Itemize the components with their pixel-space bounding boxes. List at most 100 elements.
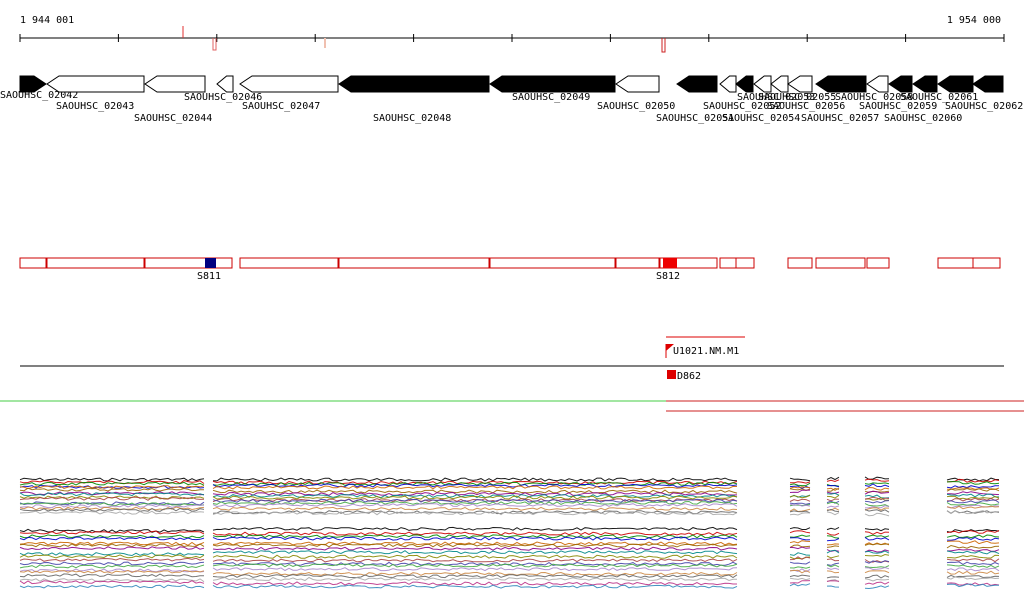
gene-arrow[interactable] [46,75,145,93]
segment-box [735,257,755,269]
tiling-trace [864,585,890,590]
segment-highlight-s811[interactable] [205,258,216,268]
tiling-panel-bottom [19,526,1000,590]
gene-arrow[interactable] [888,75,913,93]
tiling-trace [826,511,840,516]
tiling-trace [19,496,205,501]
gene-arrow[interactable] [753,75,772,93]
segment-track [19,257,1001,269]
tiling-trace [212,477,738,482]
tiling-trace [826,491,840,494]
tiling-trace [946,583,1000,588]
gene-arrow[interactable] [787,75,813,93]
tiling-trace [789,534,811,538]
gene-arrow[interactable] [815,75,867,93]
tiling-trace [789,527,811,530]
tiling-trace [212,584,738,589]
feature-track: U1021.NM.M1 D862 [20,336,1004,382]
start-coordinate-label: 1 944 001 [20,15,74,26]
tiling-trace [789,552,811,556]
tiling-panel-top [19,476,1000,517]
tiling-trace [789,540,811,544]
tiling-trace [826,576,840,579]
gene-label: SAOUHSC_02054 [722,113,800,124]
tiling-trace [864,486,890,491]
gene-arrow[interactable] [770,75,789,93]
tiling-trace [864,512,890,517]
segment-highlight-s812[interactable] [663,258,677,268]
tiling-trace [789,489,811,493]
tiling-trace [826,476,840,481]
tiling-trace [947,548,1000,552]
tiling-trace [790,481,811,484]
tiling-trace [826,532,840,536]
tiling-trace [212,576,737,582]
promoter-label: D862 [677,371,701,382]
gene-arrow[interactable] [912,75,938,93]
gene-arrow[interactable] [489,75,616,93]
tiling-trace [212,495,738,500]
tiling-trace [789,577,811,581]
tiling-trace [826,570,840,574]
tiling-trace [864,494,890,499]
tiling-trace [212,550,738,555]
gene-arrow[interactable] [239,75,339,93]
gene-arrow[interactable] [937,75,974,93]
tiling-trace [826,526,840,531]
segment-box [489,257,616,269]
segment-box [615,257,660,269]
tiling-trace [864,528,890,532]
tiling-trace [212,554,738,559]
gene-arrow[interactable] [615,75,660,93]
tiling-trace [19,534,205,539]
tiling-trace [826,492,840,496]
gene-label: SAOUHSC_02049 [512,92,590,103]
tiling-trace [864,500,890,504]
gene-arrow[interactable] [972,75,1004,93]
gene-arrow[interactable] [216,75,234,93]
tiling-trace [212,574,738,579]
tiling-trace [19,557,205,562]
gene-arrow[interactable] [338,75,490,93]
gene-arrow[interactable] [719,75,737,93]
tiling-trace [212,567,738,572]
end-coordinate-label: 1 954 000 [947,15,1001,26]
segment-box [144,257,233,269]
segment-box [937,257,974,269]
gene-arrow[interactable] [735,75,754,93]
tiling-trace [789,482,811,487]
segment-box [19,257,47,269]
gene-arrow[interactable] [676,75,718,93]
tiling-trace [946,485,1000,489]
gene-arrow[interactable] [144,75,206,93]
gene-arrow[interactable] [866,75,889,93]
tiling-trace [946,564,1000,569]
coordinate-ruler: 1 944 001 1 954 000 [19,15,1005,53]
tiling-trace [864,553,890,557]
tiling-trace [826,585,840,588]
segment-box [866,257,890,269]
tiling-trace [864,578,890,582]
tiling-trace [946,534,1000,539]
tiling-trace [826,564,840,568]
gene-label: SAOUHSC_02044 [134,113,212,124]
tiling-trace [946,570,1000,575]
tiling-trace [212,506,738,511]
segment-box [338,257,490,269]
tiling-trace [212,531,738,536]
ruler-dip-marker [212,38,217,51]
expression-track [0,400,1024,412]
transcript-label: U1021.NM.M1 [673,346,739,357]
tiling-trace [789,512,811,516]
ruler-dip-marker-2 [661,38,666,53]
tiling-trace [212,558,738,563]
tiling-trace [212,563,738,568]
segment-label-s812: S812 [656,271,680,282]
tiling-trace [946,576,1000,581]
tiling-trace [827,543,840,546]
tiling-trace [826,562,840,566]
tiling-trace [789,537,811,541]
tiling-trace [212,485,738,490]
tiling-trace [19,564,205,569]
tiling-trace [826,580,840,582]
